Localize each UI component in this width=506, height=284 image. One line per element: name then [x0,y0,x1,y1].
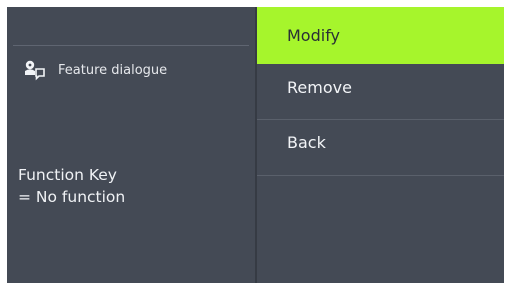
menu-item-label: Modify [287,26,341,45]
feature-dialogue-label: Feature dialogue [58,62,168,78]
feature-dialogue-icon [22,59,46,81]
function-key-info: Function Key = No function [18,164,125,208]
menu-item-label: Remove [287,78,352,97]
action-menu: Modify Remove Back [257,7,504,283]
feature-dialogue-row: Feature dialogue [22,58,167,82]
dialog-screen: Feature dialogue Function Key = No funct… [7,7,504,283]
menu-item-back[interactable]: Back [257,119,504,177]
function-key-value: = No function [18,188,126,206]
menu-item-label: Back [287,133,326,152]
menu-divider [257,175,504,176]
menu-item-remove[interactable]: Remove [257,64,504,119]
menu-item-modify[interactable]: Modify [257,7,504,64]
left-pane: Feature dialogue Function Key = No funct… [7,7,255,283]
function-key-title: Function Key [18,166,117,184]
divider [13,45,249,46]
